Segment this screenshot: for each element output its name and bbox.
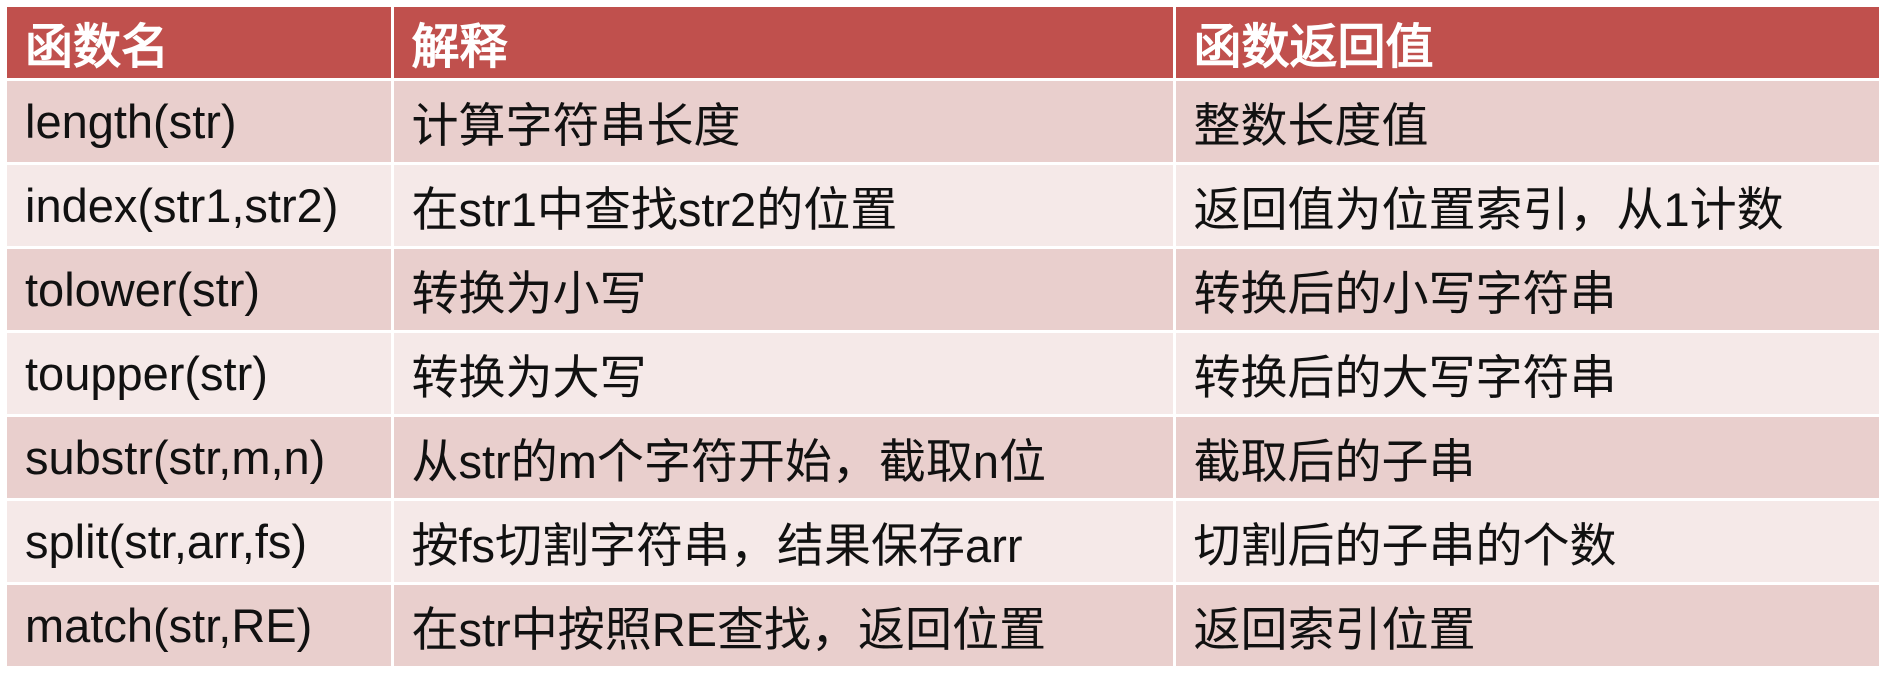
- cell-explanation: 在str1中查找str2的位置: [392, 163, 1176, 249]
- function-table: 函数名 解释 函数返回值 length(str) 计算字符串长度 整数长度值 i…: [7, 7, 1879, 669]
- cell-explanation: 从str的m个字符开始，截取n位: [392, 415, 1176, 501]
- cell-return-value: 整数长度值: [1174, 79, 1879, 165]
- table-row: split(str,arr,fs) 按fs切割字符串，结果保存arr 切割后的子…: [7, 499, 1879, 585]
- header-function-name: 函数名: [7, 7, 394, 81]
- cell-return-value: 返回值为位置索引，从1计数: [1174, 163, 1879, 249]
- table-header-row: 函数名 解释 函数返回值: [7, 7, 1879, 81]
- cell-explanation: 在str中按照RE查找，返回位置: [392, 583, 1176, 669]
- cell-function-name: split(str,arr,fs): [7, 499, 394, 585]
- cell-explanation: 转换为大写: [392, 331, 1176, 417]
- cell-return-value: 截取后的子串: [1174, 415, 1879, 501]
- cell-function-name: index(str1,str2): [7, 163, 394, 249]
- table-row: index(str1,str2) 在str1中查找str2的位置 返回值为位置索…: [7, 163, 1879, 249]
- cell-explanation: 转换为小写: [392, 247, 1176, 333]
- page: 函数名 解释 函数返回值 length(str) 计算字符串长度 整数长度值 i…: [0, 0, 1888, 678]
- cell-explanation: 计算字符串长度: [392, 79, 1176, 165]
- header-return-value: 函数返回值: [1174, 7, 1879, 81]
- cell-return-value: 切割后的子串的个数: [1174, 499, 1879, 585]
- table-row: toupper(str) 转换为大写 转换后的大写字符串: [7, 331, 1879, 417]
- cell-function-name: tolower(str): [7, 247, 394, 333]
- header-explanation: 解释: [392, 7, 1176, 81]
- table-row: match(str,RE) 在str中按照RE查找，返回位置 返回索引位置: [7, 583, 1879, 669]
- cell-function-name: substr(str,m,n): [7, 415, 394, 501]
- cell-return-value: 转换后的大写字符串: [1174, 331, 1879, 417]
- table-row: tolower(str) 转换为小写 转换后的小写字符串: [7, 247, 1879, 333]
- cell-function-name: length(str): [7, 79, 394, 165]
- cell-return-value: 返回索引位置: [1174, 583, 1879, 669]
- table-row: length(str) 计算字符串长度 整数长度值: [7, 79, 1879, 165]
- cell-return-value: 转换后的小写字符串: [1174, 247, 1879, 333]
- cell-explanation: 按fs切割字符串，结果保存arr: [392, 499, 1176, 585]
- cell-function-name: match(str,RE): [7, 583, 394, 669]
- cell-function-name: toupper(str): [7, 331, 394, 417]
- table-row: substr(str,m,n) 从str的m个字符开始，截取n位 截取后的子串: [7, 415, 1879, 501]
